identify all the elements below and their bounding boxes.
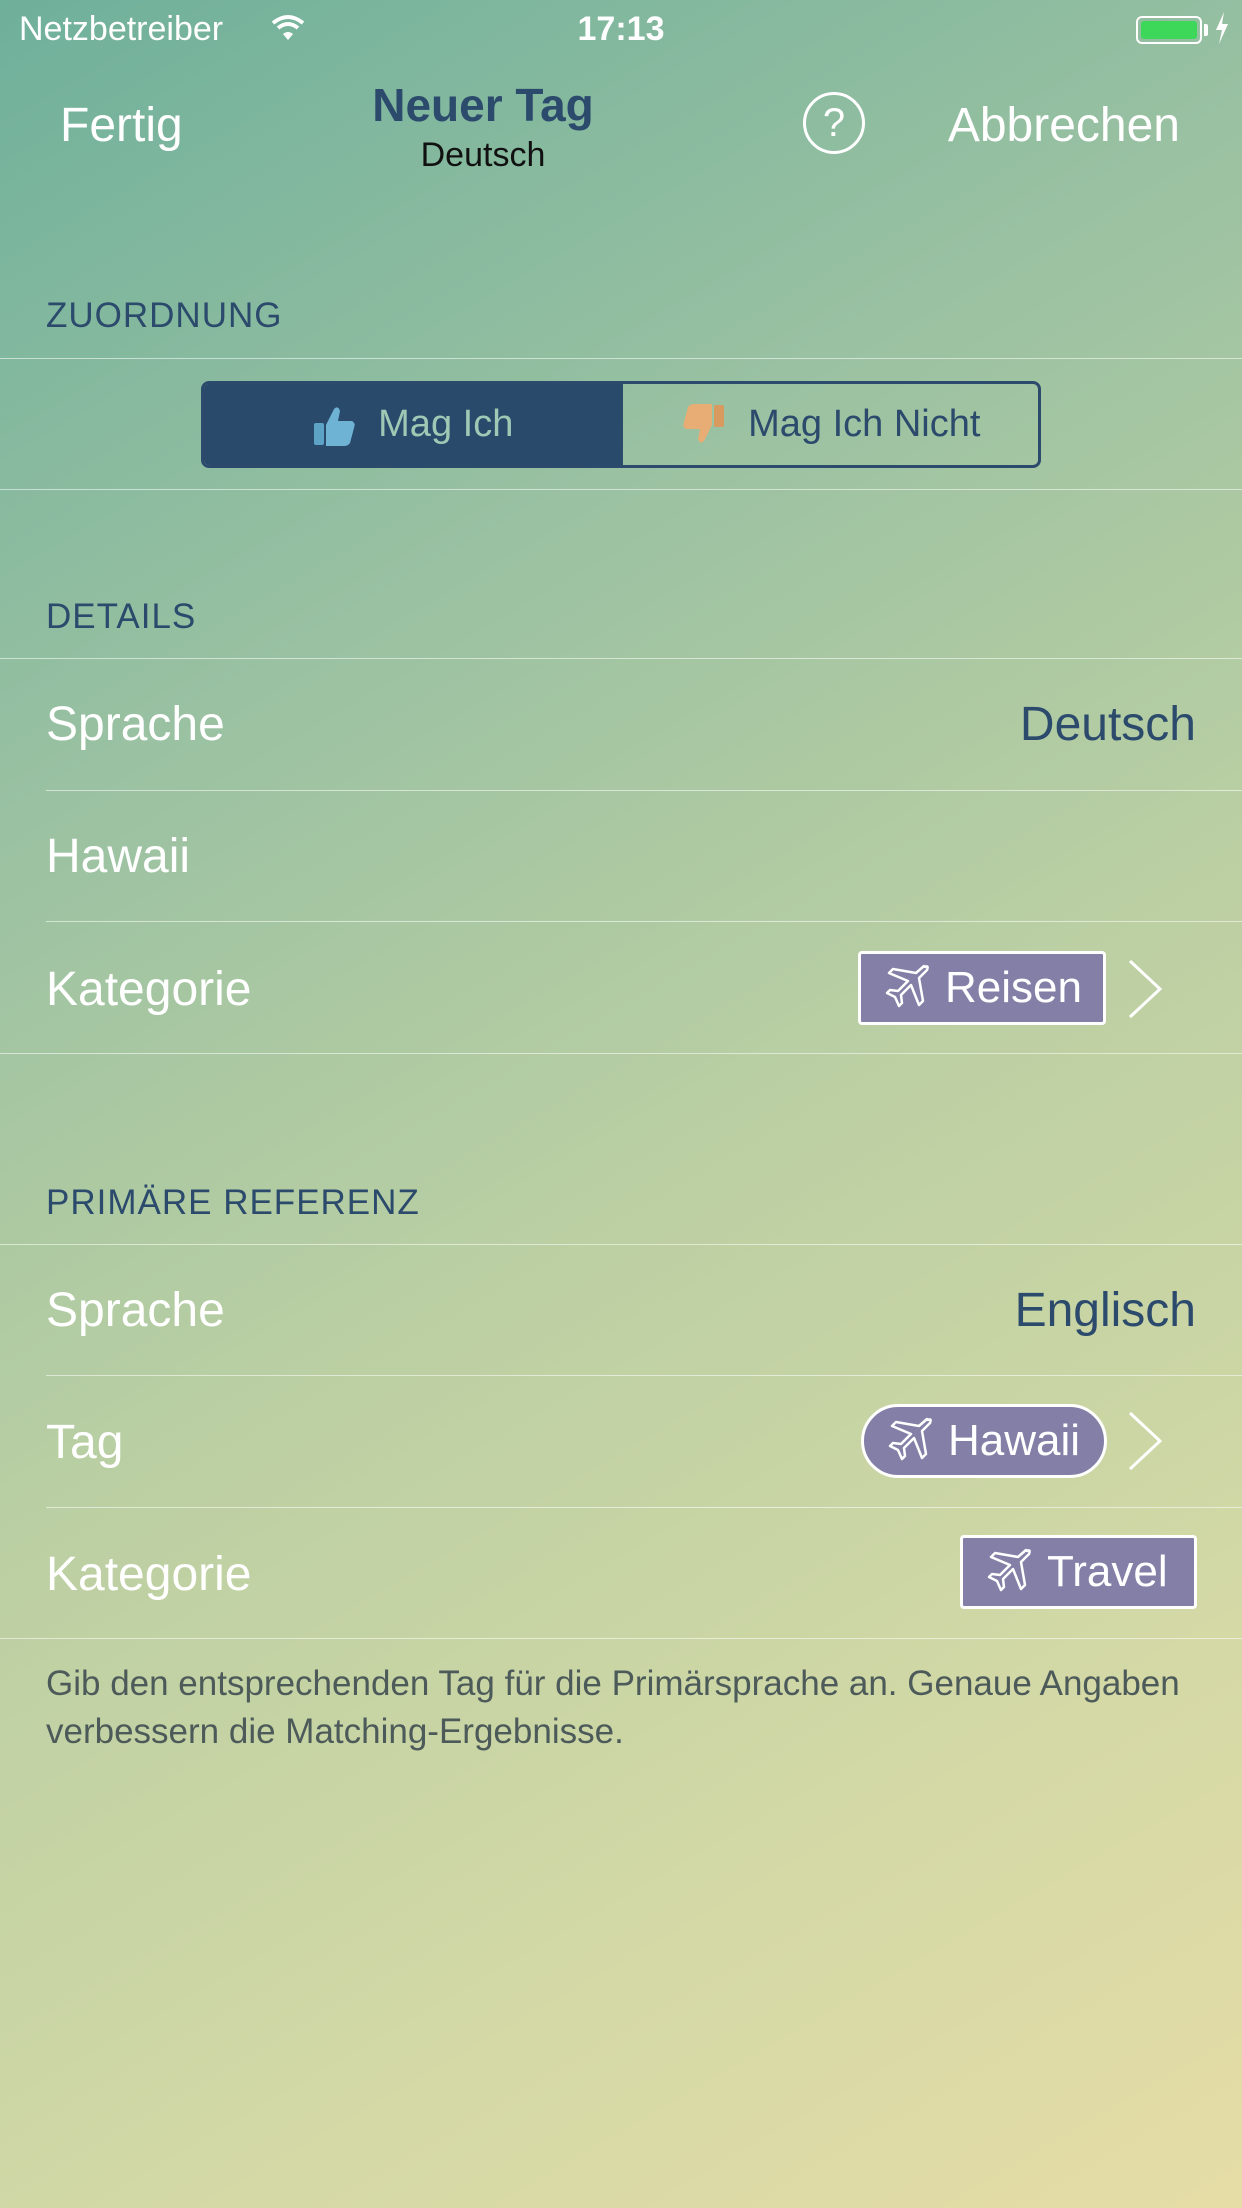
cancel-button[interactable]: Abbrechen — [948, 98, 1180, 153]
details-category-label: Kategorie — [46, 963, 252, 1016]
details-language-label: Sprache — [46, 698, 225, 751]
thumbs-up-icon — [310, 401, 358, 449]
chevron-right-icon — [1126, 1410, 1166, 1477]
segment-like[interactable]: Mag Ich — [204, 384, 620, 465]
reference-tag-label: Tag — [46, 1416, 124, 1469]
battery-tip — [1204, 24, 1208, 36]
page-subtitle: Deutsch — [420, 136, 546, 174]
status-bar: Netzbetreiber 17:13 — [0, 0, 1242, 60]
airplane-icon — [879, 961, 933, 1015]
help-icon: ? — [822, 101, 846, 145]
reference-tag-label-text: Hawaii — [948, 1416, 1081, 1465]
divider — [46, 1507, 1242, 1508]
reference-category-label: Kategorie — [46, 1548, 252, 1601]
section-header-primary-reference: PRIMÄRE REFERENZ — [46, 1183, 420, 1222]
done-button[interactable]: Fertig — [60, 98, 183, 153]
help-button[interactable]: ? — [803, 92, 865, 154]
page-title: Neuer Tag — [372, 79, 594, 131]
tag-name-field[interactable]: Hawaii — [46, 829, 190, 884]
clock: 17:13 — [577, 10, 665, 48]
details-language-value: Deutsch — [1019, 698, 1196, 751]
divider — [0, 1053, 1242, 1054]
section-footer-note: Gib den entsprechenden Tag für die Primä… — [46, 1664, 1180, 1751]
divider — [0, 1638, 1242, 1639]
reference-tag-hawaii[interactable]: Hawaii — [861, 1404, 1107, 1478]
category-tag-travel-label: Travel — [1047, 1547, 1168, 1596]
battery-icon — [1136, 16, 1202, 44]
like-dislike-segmented-control[interactable]: Mag Ich Mag Ich Nicht — [201, 381, 1041, 468]
category-tag-travel: Travel — [960, 1535, 1197, 1609]
segment-like-label: Mag Ich — [378, 403, 514, 445]
reference-language-label: Sprache — [46, 1284, 225, 1337]
segment-dislike[interactable]: Mag Ich Nicht — [619, 384, 1039, 465]
category-tag-reisen[interactable]: Reisen — [858, 951, 1106, 1025]
divider — [46, 1375, 1242, 1376]
divider — [0, 658, 1242, 659]
divider — [0, 1244, 1242, 1245]
section-header-details: DETAILS — [46, 597, 197, 636]
segment-dislike-label: Mag Ich Nicht — [748, 403, 981, 445]
charging-icon — [1214, 12, 1230, 49]
chevron-right-icon — [1126, 958, 1166, 1025]
reference-language-value: Englisch — [1014, 1284, 1196, 1337]
airplane-icon — [981, 1545, 1035, 1599]
airplane-icon — [882, 1414, 936, 1468]
thumbs-down-icon — [680, 401, 728, 449]
divider — [46, 790, 1242, 791]
category-tag-label: Reisen — [945, 963, 1082, 1012]
section-header-zuordnung: ZUORDNUNG — [46, 296, 283, 335]
divider — [46, 921, 1242, 922]
divider — [0, 358, 1242, 359]
divider — [0, 489, 1242, 490]
